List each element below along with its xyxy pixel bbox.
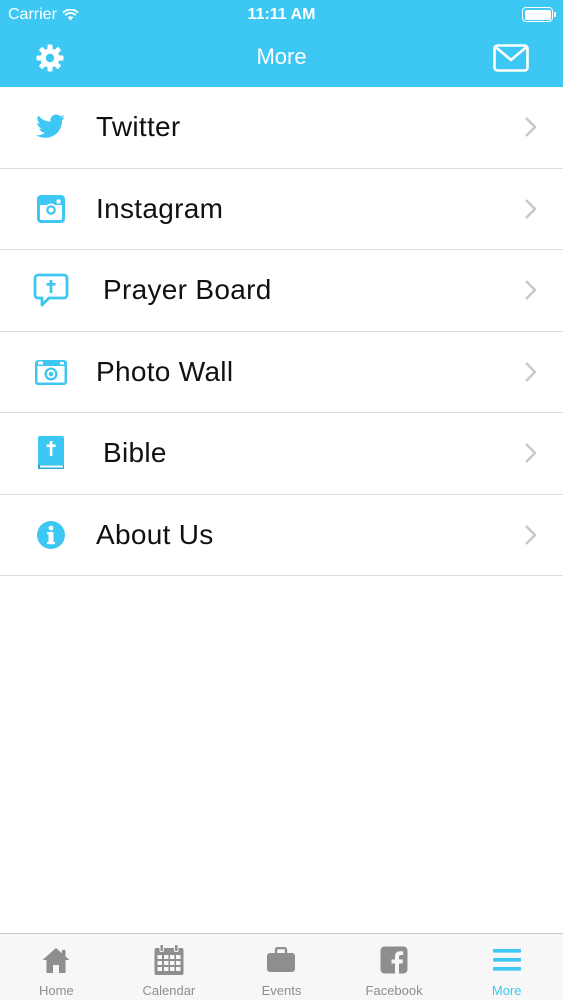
menu-item-label: Twitter [96,111,181,143]
camera-icon [33,354,69,390]
instagram-icon [33,191,69,227]
menu-item-bible[interactable]: Bible [0,413,563,495]
tab-bar: Home Calendar Events Facebook More [0,933,563,1000]
mail-icon [493,44,529,72]
menu-item-label: Prayer Board [103,274,272,306]
status-bar: Carrier 11:11 AM [0,0,563,30]
tab-home[interactable]: Home [0,934,113,1000]
menu-item-prayer-board[interactable]: Prayer Board [0,250,563,332]
tab-facebook[interactable]: Facebook [338,934,451,1000]
page-title: More [256,44,307,69]
tab-label: Calendar [142,983,196,998]
bible-icon [33,435,69,471]
briefcase-icon [265,944,297,976]
menu-item-instagram[interactable]: Instagram [0,168,563,250]
tab-label: More [491,983,522,998]
more-menu-list: Twitter Instagram Prayer Board Photo Wal… [0,87,563,576]
status-time: 11:11 AM [247,6,316,23]
tab-label: Events [261,983,302,998]
chevron-right-icon [525,524,537,545]
menu-item-twitter[interactable]: Twitter [0,87,563,169]
tab-label: Facebook [365,983,423,998]
tab-events[interactable]: Events [225,934,338,1000]
chevron-right-icon [525,361,537,382]
menu-item-label: About Us [96,518,214,550]
tab-more[interactable]: More [450,934,563,1000]
chevron-right-icon [525,443,537,464]
menu-item-label: Bible [103,437,167,469]
tab-calendar[interactable]: Calendar [113,934,226,1000]
battery-icon [522,7,556,22]
menu-item-label: Photo Wall [96,355,234,387]
chevron-right-icon [525,280,537,301]
info-icon [33,517,69,553]
calendar-icon [153,944,185,976]
menu-item-about-us[interactable]: About Us [0,494,563,576]
home-icon [40,944,72,976]
chevron-right-icon [525,198,537,219]
header: Carrier 11:11 AM More [0,0,563,87]
twitter-icon [33,109,69,145]
menu-item-photo-wall[interactable]: Photo Wall [0,331,563,413]
nav-bar: More [0,30,563,87]
facebook-icon [378,944,410,976]
chevron-right-icon [525,117,537,138]
menu-item-label: Instagram [96,192,224,224]
prayer-board-icon [33,272,69,308]
mail-button[interactable] [491,40,531,76]
menu-icon [491,944,523,976]
tab-label: Home [38,983,74,998]
